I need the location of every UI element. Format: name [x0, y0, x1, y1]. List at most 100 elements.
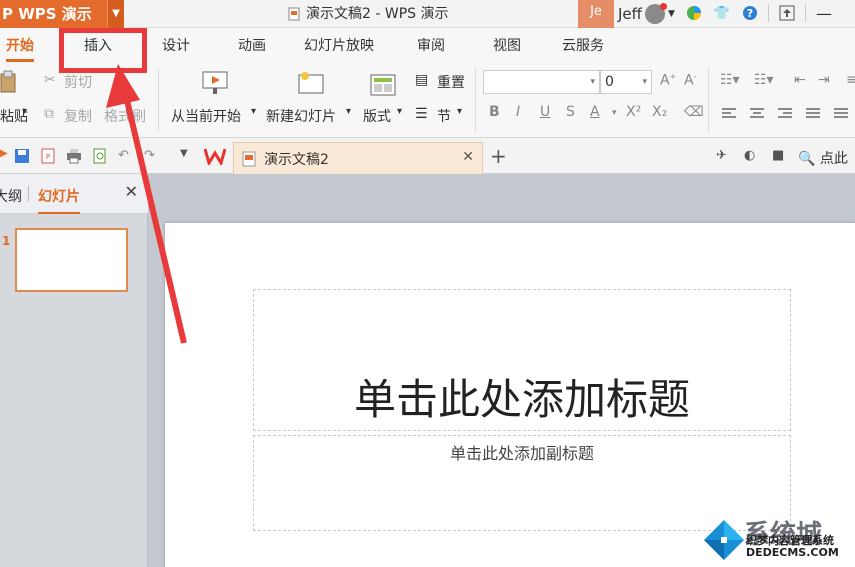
- layout-icon[interactable]: [368, 72, 398, 98]
- tab-slides[interactable]: 幻灯片: [38, 186, 80, 214]
- font-size-select[interactable]: 0 ▾: [600, 70, 652, 94]
- chevron-down-icon[interactable]: ▾: [251, 106, 256, 117]
- search-box[interactable]: 🔍 点此: [798, 148, 848, 168]
- tool-icon[interactable]: ◐: [744, 148, 760, 164]
- document-tab[interactable]: 演示文稿2 ✕: [233, 142, 483, 174]
- divider: [768, 4, 769, 22]
- slideshow-from-current-icon[interactable]: [200, 70, 230, 96]
- avatar[interactable]: Je: [578, 0, 614, 28]
- from-current-button[interactable]: 从当前开始: [171, 106, 241, 126]
- cut-icon[interactable]: ✂: [44, 72, 56, 88]
- search-icon[interactable]: 🔍: [798, 151, 815, 167]
- divider: [708, 68, 709, 132]
- print-icon[interactable]: [66, 148, 82, 164]
- slide-thumbnail[interactable]: [15, 228, 128, 292]
- tab-review[interactable]: 审阅: [417, 32, 445, 60]
- wps-logo-icon[interactable]: [204, 147, 226, 165]
- chevron-down-icon[interactable]: ▼: [668, 9, 675, 19]
- app-menu-button[interactable]: P WPS 演示 ▼: [0, 0, 124, 28]
- new-slide-button[interactable]: 新建幻灯片: [266, 106, 336, 126]
- save-icon[interactable]: [14, 148, 30, 164]
- title-placeholder[interactable]: 单击此处添加标题: [253, 289, 791, 431]
- chevron-down-icon[interactable]: ▾: [397, 106, 402, 117]
- member-crown-icon[interactable]: [645, 3, 667, 24]
- comment-icon[interactable]: ■: [772, 148, 788, 164]
- ribbon-toolbar: 粘贴 ▾ ✂ 剪切 ⧉ 复制 格式刷 从当前开始 ▾ 新建幻灯片 ▾ 版式 ▾ …: [0, 64, 855, 138]
- title-placeholder-text: 单击此处添加标题: [353, 375, 690, 424]
- browser-icon[interactable]: [684, 3, 704, 23]
- undo-icon[interactable]: ↶: [118, 148, 134, 164]
- minimize-icon[interactable]: —: [814, 3, 834, 23]
- decrease-indent-icon[interactable]: ⇤: [794, 72, 806, 88]
- skin-shirt-icon[interactable]: 👕: [712, 3, 732, 23]
- tab-animation[interactable]: 动画: [238, 32, 266, 60]
- reset-button[interactable]: 重置: [437, 72, 465, 92]
- strikethrough-button[interactable]: S: [566, 104, 575, 120]
- distribute-icon[interactable]: [834, 108, 848, 120]
- subtitle-placeholder-text: 单击此处添加副标题: [449, 444, 594, 463]
- export-pdf-icon[interactable]: P: [40, 148, 56, 164]
- increase-font-icon[interactable]: A+: [660, 72, 676, 89]
- copy-icon[interactable]: ⧉: [44, 106, 54, 122]
- decrease-font-icon[interactable]: A-: [684, 72, 696, 89]
- window-title: 演示文稿2 - WPS 演示: [288, 0, 448, 28]
- layout-button[interactable]: 版式: [363, 106, 391, 126]
- align-right-icon[interactable]: [778, 108, 792, 120]
- chevron-down-icon[interactable]: ▾: [642, 71, 647, 93]
- user-name[interactable]: Jeff: [618, 5, 642, 23]
- tab-home[interactable]: 开始: [6, 32, 34, 62]
- watermark-logo-icon: [704, 520, 744, 560]
- chevron-down-icon[interactable]: ▾: [346, 106, 351, 117]
- app-menu-dropdown-icon[interactable]: ▼: [107, 0, 124, 28]
- cut-button[interactable]: 剪切: [64, 72, 92, 92]
- app-name: P WPS 演示: [2, 5, 92, 23]
- increase-indent-icon[interactable]: ⇥: [818, 72, 830, 88]
- reset-icon[interactable]: ▤: [415, 72, 428, 88]
- help-icon[interactable]: ?: [740, 3, 760, 23]
- bullet-list-icon[interactable]: ☷▾: [720, 72, 740, 88]
- italic-button[interactable]: I: [516, 104, 520, 120]
- customize-dropdown-icon[interactable]: ▼: [180, 148, 196, 164]
- section-button[interactable]: 节: [437, 106, 451, 126]
- bold-button[interactable]: B: [489, 104, 500, 120]
- svg-text:P: P: [46, 153, 50, 161]
- chevron-down-icon[interactable]: ▾: [612, 108, 617, 118]
- numbered-list-icon[interactable]: ☷▾: [754, 72, 774, 88]
- divider: [28, 186, 29, 202]
- subscript-button[interactable]: X₂: [652, 104, 667, 120]
- clear-format-icon[interactable]: ⌫: [684, 104, 704, 120]
- new-slide-icon[interactable]: [296, 70, 326, 96]
- chevron-down-icon[interactable]: ▾: [590, 71, 595, 93]
- doc-title-text: 演示文稿2 - WPS 演示: [306, 6, 449, 22]
- section-icon[interactable]: ☰: [415, 106, 428, 122]
- justify-icon[interactable]: [806, 108, 820, 120]
- tool-icon[interactable]: ✈: [716, 148, 732, 164]
- redo-icon[interactable]: ↷: [144, 148, 160, 164]
- font-name-select[interactable]: ▾: [483, 70, 600, 94]
- paste-icon[interactable]: [0, 70, 18, 94]
- document-tab-label: 演示文稿2: [264, 151, 329, 168]
- format-painter-button[interactable]: 格式刷: [104, 106, 146, 126]
- tab-slideshow[interactable]: 幻灯片放映: [304, 32, 374, 60]
- underline-button[interactable]: U: [540, 104, 550, 120]
- chevron-down-icon[interactable]: ▾: [457, 106, 462, 117]
- watermark-line2: DEDECMS.COM: [746, 546, 839, 559]
- align-left-icon[interactable]: [722, 108, 736, 120]
- print-preview-icon[interactable]: [92, 148, 108, 164]
- close-tab-icon[interactable]: ✕: [462, 149, 474, 165]
- tab-outline[interactable]: 大纲: [0, 186, 22, 206]
- superscript-button[interactable]: X²: [626, 104, 641, 120]
- new-tab-icon[interactable]: +: [490, 144, 507, 168]
- tab-design[interactable]: 设计: [162, 32, 190, 60]
- line-spacing-icon[interactable]: ≡: [846, 72, 855, 88]
- tab-cloud[interactable]: 云服务: [562, 32, 604, 60]
- paste-dropdown-icon[interactable]: ▾: [22, 106, 27, 117]
- user-account[interactable]: Je Jeff ▼: [578, 0, 675, 28]
- share-upload-icon[interactable]: [777, 3, 797, 23]
- align-center-icon[interactable]: [750, 108, 764, 120]
- copy-button[interactable]: 复制: [64, 106, 92, 126]
- close-panel-icon[interactable]: ✕: [125, 182, 138, 201]
- tab-view[interactable]: 视图: [493, 32, 521, 60]
- highlight-box: [59, 28, 147, 73]
- font-color-button[interactable]: A: [590, 104, 600, 120]
